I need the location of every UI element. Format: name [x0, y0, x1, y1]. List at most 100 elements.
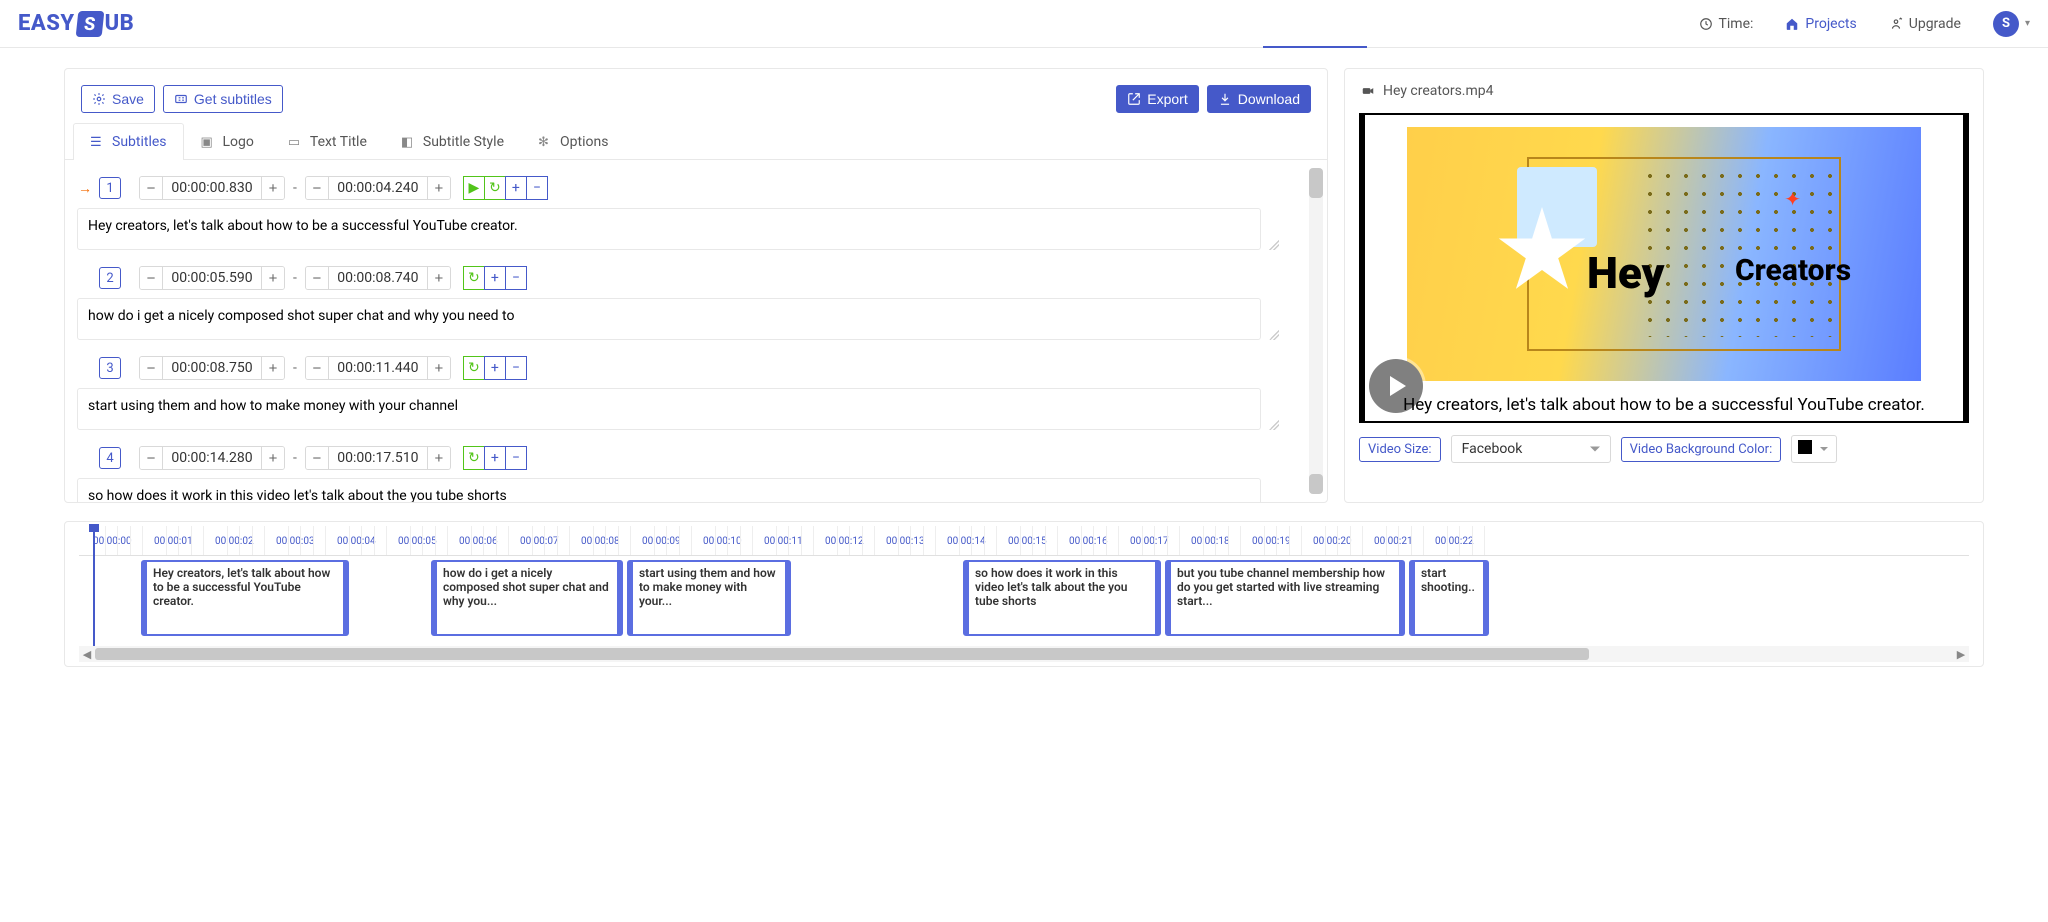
- remove-row-button[interactable]: −: [505, 356, 527, 380]
- repeat-button[interactable]: ↻: [463, 446, 485, 470]
- increment-button[interactable]: +: [262, 447, 284, 469]
- timeline-clip[interactable]: but you tube channel membership how do y…: [1165, 560, 1405, 636]
- ruler-tick: 00:00:01: [154, 536, 193, 547]
- subtitle-text-input[interactable]: Hey creators, let's talk about how to be…: [77, 208, 1261, 250]
- subtitle-row-header: →1−00:00:00.830+-−00:00:04.240+▶↻+−: [77, 176, 1305, 200]
- video-size-select[interactable]: Facebook: [1451, 435, 1611, 463]
- repeat-button[interactable]: ↻: [463, 356, 485, 380]
- decrement-button[interactable]: −: [140, 447, 162, 469]
- start-time-stepper[interactable]: −00:00:00.830+: [139, 176, 285, 200]
- resize-handle-icon[interactable]: [1269, 240, 1279, 250]
- add-row-button[interactable]: +: [484, 446, 506, 470]
- timeline-scrollbar[interactable]: ◀ ▶: [79, 646, 1969, 662]
- end-time-value[interactable]: 00:00:08.740: [328, 267, 428, 289]
- subtitle-text-input[interactable]: start using them and how to make money w…: [77, 388, 1261, 430]
- subtitle-scrollbar[interactable]: [1309, 168, 1323, 494]
- add-row-button[interactable]: +: [505, 176, 527, 200]
- timeline-clip[interactable]: start shooting..: [1409, 560, 1489, 636]
- timeline-ruler[interactable]: 00:00:0000:00:0100:00:0200:00:0300:00:04…: [79, 526, 1969, 556]
- save-button[interactable]: Save: [81, 85, 155, 113]
- user-menu[interactable]: S ▾: [1961, 11, 2030, 37]
- end-time-stepper[interactable]: −00:00:11.440+: [305, 356, 451, 380]
- end-time-stepper[interactable]: −00:00:04.240+: [305, 176, 451, 200]
- increment-button[interactable]: +: [428, 357, 450, 379]
- timeline-clip[interactable]: start using them and how to make money w…: [627, 560, 791, 636]
- start-time-value[interactable]: 00:00:05.590: [162, 267, 262, 289]
- increment-button[interactable]: +: [428, 447, 450, 469]
- download-button[interactable]: Download: [1207, 85, 1311, 113]
- start-time-value[interactable]: 00:00:14.280: [162, 447, 262, 469]
- subtitle-index[interactable]: 1: [99, 177, 121, 199]
- nav-upgrade[interactable]: Upgrade: [1889, 16, 1961, 32]
- ruler-tick: 00:00:21: [1374, 536, 1413, 547]
- decrement-button[interactable]: −: [140, 357, 162, 379]
- subtitle-text-input[interactable]: so how does it work in this video let's …: [77, 478, 1261, 502]
- cc-icon: [174, 92, 188, 106]
- end-time-stepper[interactable]: −00:00:08.740+: [305, 266, 451, 290]
- subtitle-index[interactable]: 3: [99, 357, 121, 379]
- sparkle-icon: ✦: [1784, 187, 1801, 211]
- ruler-tick: 00:00:13: [886, 536, 925, 547]
- play-row-button[interactable]: ▶: [463, 176, 485, 200]
- increment-button[interactable]: +: [428, 267, 450, 289]
- resize-handle-icon[interactable]: [1269, 420, 1279, 430]
- get-subtitles-button[interactable]: Get subtitles: [163, 85, 283, 113]
- increment-button[interactable]: +: [262, 357, 284, 379]
- scroll-right-icon[interactable]: ▶: [1953, 646, 1969, 662]
- end-time-stepper[interactable]: −00:00:17.510+: [305, 446, 451, 470]
- tab-options[interactable]: ✻Options: [521, 123, 625, 160]
- start-time-stepper[interactable]: −00:00:08.750+: [139, 356, 285, 380]
- remove-row-button[interactable]: −: [505, 446, 527, 470]
- subtitle-text-input[interactable]: how do i get a nicely composed shot supe…: [77, 298, 1261, 340]
- preview-text-hey: Hey: [1587, 247, 1664, 299]
- video-frame: Hey Creators ✦: [1407, 127, 1921, 381]
- subtitle-index[interactable]: 4: [99, 447, 121, 469]
- remove-row-button[interactable]: −: [526, 176, 548, 200]
- tab-subtitles[interactable]: ☰Subtitles: [73, 123, 184, 160]
- time-indicator: Time:: [1699, 16, 1754, 32]
- preview-text-creators: Creators: [1735, 253, 1851, 288]
- scroll-thumb[interactable]: [95, 648, 1589, 660]
- decrement-button[interactable]: −: [306, 267, 328, 289]
- start-time-value[interactable]: 00:00:00.830: [162, 177, 262, 199]
- end-time-value[interactable]: 00:00:11.440: [328, 357, 428, 379]
- end-time-value[interactable]: 00:00:04.240: [328, 177, 428, 199]
- decrement-button[interactable]: −: [306, 177, 328, 199]
- tab-text-title[interactable]: ▭Text Title: [271, 123, 384, 160]
- start-time-stepper[interactable]: −00:00:14.280+: [139, 446, 285, 470]
- remove-row-button[interactable]: −: [505, 266, 527, 290]
- decrement-button[interactable]: −: [140, 267, 162, 289]
- repeat-button[interactable]: ↻: [484, 176, 506, 200]
- preview-controls: Video Size: Facebook Video Background Co…: [1345, 423, 1983, 479]
- add-row-button[interactable]: +: [484, 266, 506, 290]
- nav-projects[interactable]: Projects: [1785, 16, 1856, 32]
- scroll-left-icon[interactable]: ◀: [79, 646, 95, 662]
- image-icon: ▣: [201, 135, 215, 149]
- video-player[interactable]: Hey Creators ✦ Hey creators, let's talk …: [1359, 113, 1969, 423]
- increment-button[interactable]: +: [428, 177, 450, 199]
- subtitle-entry: 3−00:00:08.750+-−00:00:11.440+↻+−start u…: [77, 356, 1305, 434]
- logo[interactable]: EASY S UB: [18, 11, 134, 37]
- timeline-clip[interactable]: Hey creators, let's talk about how to be…: [141, 560, 349, 636]
- increment-button[interactable]: +: [262, 267, 284, 289]
- timeline-clip[interactable]: so how does it work in this video let's …: [963, 560, 1161, 636]
- tab-logo[interactable]: ▣Logo: [184, 123, 271, 160]
- start-time-stepper[interactable]: −00:00:05.590+: [139, 266, 285, 290]
- start-time-value[interactable]: 00:00:08.750: [162, 357, 262, 379]
- repeat-button[interactable]: ↻: [463, 266, 485, 290]
- subtitle-index[interactable]: 2: [99, 267, 121, 289]
- end-time-value[interactable]: 00:00:17.510: [328, 447, 428, 469]
- export-button[interactable]: Export: [1116, 85, 1198, 113]
- decrement-button[interactable]: −: [306, 447, 328, 469]
- timeline-clip[interactable]: how do i get a nicely composed shot supe…: [431, 560, 623, 636]
- timeline-track[interactable]: Hey creators, let's talk about how to be…: [79, 560, 1969, 644]
- ruler-tick: 00:00:11: [764, 536, 803, 547]
- decrement-button[interactable]: −: [306, 357, 328, 379]
- bg-color-select[interactable]: [1791, 435, 1837, 463]
- resize-handle-icon[interactable]: [1269, 330, 1279, 340]
- tab-subtitle-style[interactable]: ◧Subtitle Style: [384, 123, 521, 160]
- add-row-button[interactable]: +: [484, 356, 506, 380]
- increment-button[interactable]: +: [262, 177, 284, 199]
- settings-icon: ✻: [538, 135, 552, 149]
- decrement-button[interactable]: −: [140, 177, 162, 199]
